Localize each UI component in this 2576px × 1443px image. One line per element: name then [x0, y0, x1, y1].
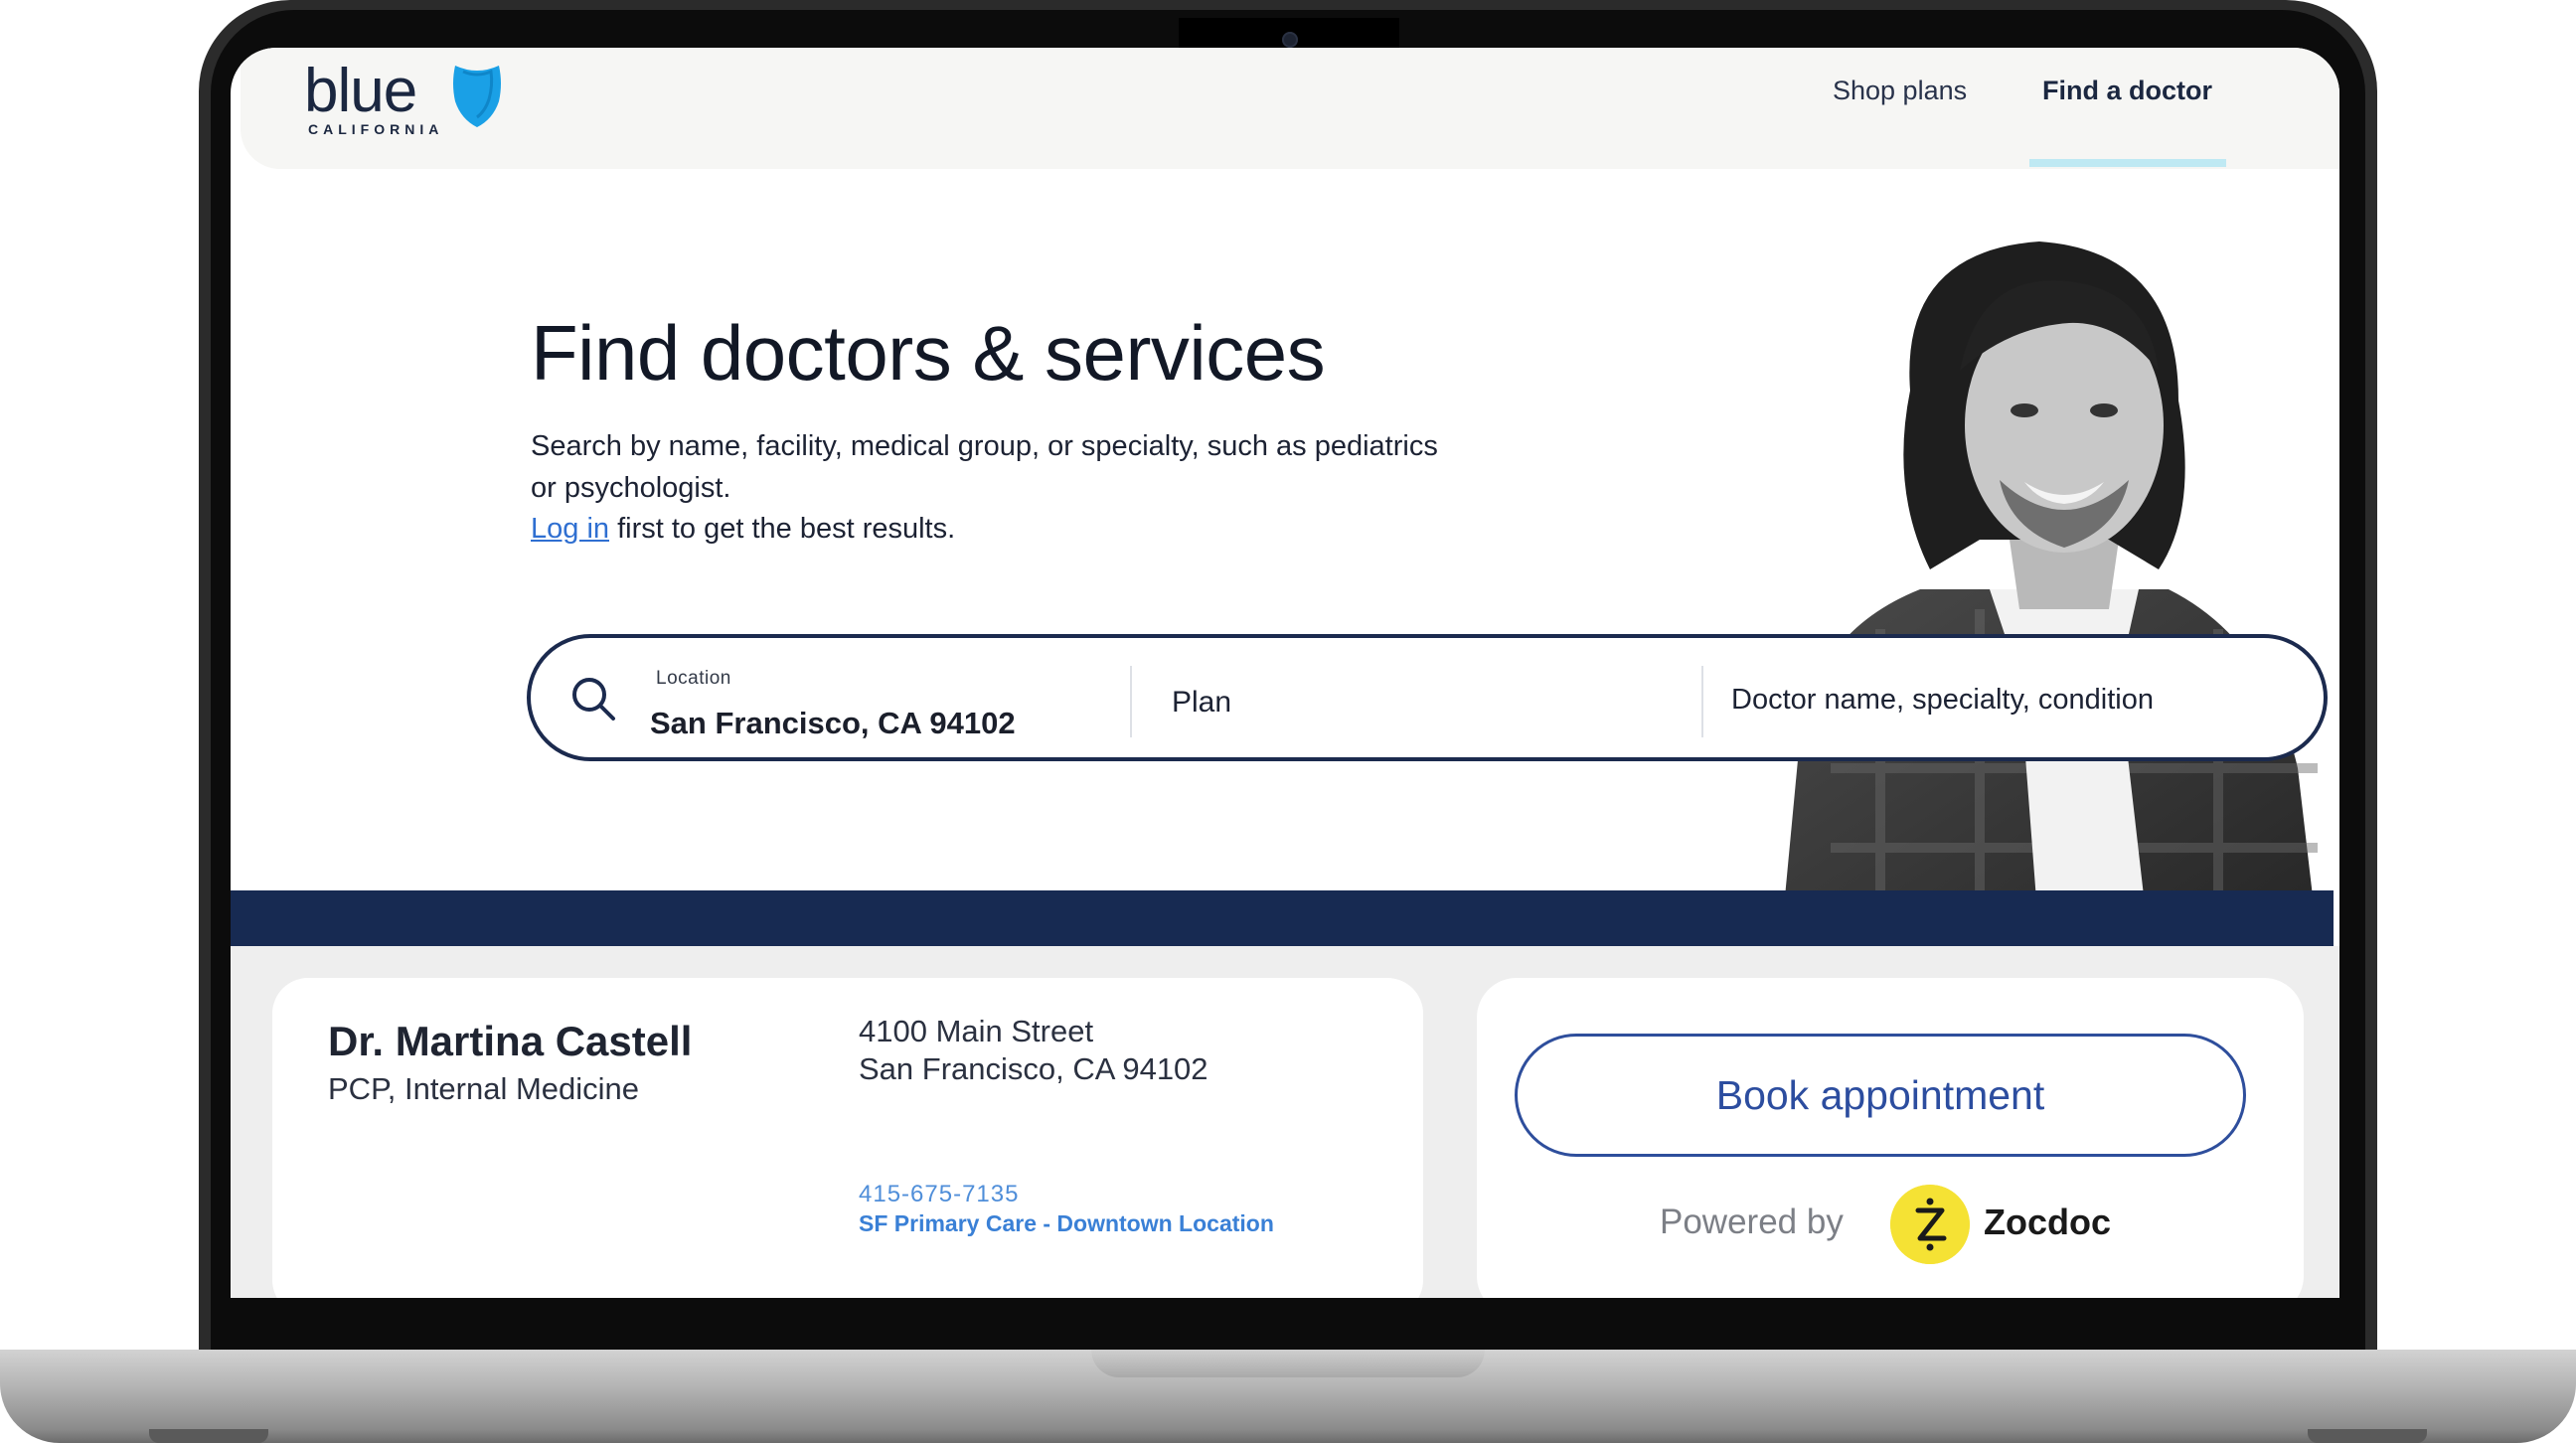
logo-subtext: CALIFORNIA	[308, 121, 444, 137]
powered-by-label: Powered by	[1660, 1202, 1844, 1241]
location-field[interactable]: San Francisco, CA 94102	[650, 706, 1016, 741]
site-header: blue CALIFORNIA Shop plans Find a doctor	[241, 48, 2339, 169]
nav-shop-plans[interactable]: Shop plans	[1833, 76, 1967, 106]
active-nav-indicator	[2029, 159, 2226, 167]
search-divider	[1701, 666, 1703, 737]
laptop-foot	[149, 1429, 268, 1443]
phone-link[interactable]: 415-675-7135	[859, 1181, 1019, 1208]
book-appointment-button[interactable]: Book appointment	[1515, 1034, 2246, 1157]
webcam	[1282, 32, 1298, 48]
section-band	[231, 890, 2334, 946]
address-line-2: San Francisco, CA 94102	[859, 1051, 1208, 1086]
login-link[interactable]: Log in	[531, 513, 609, 545]
doctor-specialty: PCP, Internal Medicine	[328, 1071, 640, 1106]
login-prompt: Log in first to get the best results.	[531, 513, 955, 546]
laptop-opening-notch	[1091, 1350, 1485, 1377]
plan-field[interactable]: Plan	[1172, 686, 1231, 720]
zocdoc-wordmark: Zocdoc	[1984, 1202, 2112, 1242]
search-divider	[1130, 666, 1132, 737]
location-label: Location	[656, 668, 731, 689]
doctor-name[interactable]: Dr. Martina Castell	[328, 1018, 692, 1065]
shield-icon	[453, 66, 501, 127]
search-icon[interactable]	[568, 674, 618, 723]
page-title: Find doctors & services	[531, 309, 1326, 397]
brand-logo[interactable]: blue CALIFORNIA	[304, 56, 513, 155]
screen: blue CALIFORNIA Shop plans Find a doctor	[231, 48, 2339, 1298]
logo-wordmark: blue	[304, 57, 417, 125]
nav-find-doctor[interactable]: Find a doctor	[2042, 76, 2212, 106]
page-subtitle: Search by name, facility, medical group,…	[531, 430, 1438, 504]
booking-card: Book appointment Powered by Zocdoc	[1477, 978, 2304, 1298]
doctor-search-field[interactable]: Doctor name, specialty, condition	[1731, 684, 2154, 717]
practice-link[interactable]: SF Primary Care - Downtown Location	[859, 1210, 1274, 1237]
login-prompt-text: first to get the best results.	[609, 513, 956, 545]
laptop-foot	[2308, 1429, 2427, 1443]
hero-portrait-image	[1781, 241, 2318, 939]
search-bar: Location San Francisco, CA 94102 Plan Do…	[527, 634, 2328, 761]
doctor-card[interactable]: Dr. Martina Castell PCP, Internal Medici…	[272, 978, 1423, 1298]
zocdoc-icon	[1890, 1185, 1970, 1264]
address-line-1: 4100 Main Street	[859, 1014, 1094, 1048]
